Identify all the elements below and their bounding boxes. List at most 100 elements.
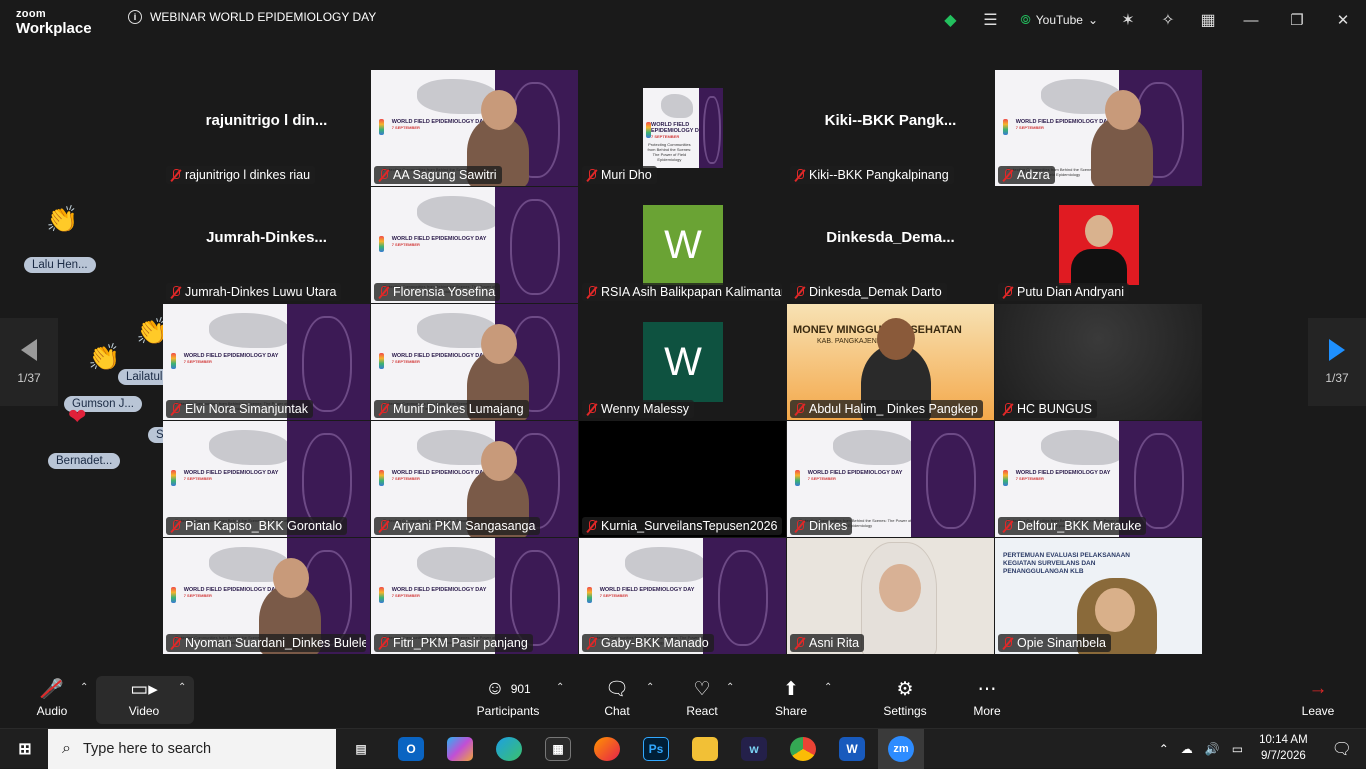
react-options-caret[interactable]: ⌃ (726, 682, 734, 693)
battery-icon[interactable]: ▭ (1226, 742, 1249, 756)
leave-button[interactable]: → Leave (1296, 668, 1340, 728)
minimize-button[interactable]: — (1228, 0, 1274, 40)
video-options-caret[interactable]: ⌃ (178, 682, 186, 693)
microphone-muted-icon (794, 285, 805, 299)
participant-tile[interactable]: PERTEMUAN EVALUASI PELAKSANAAN KEGIATAN … (995, 538, 1202, 654)
participant-tile[interactable]: MONEV MINGGU S KESEHATANKAB. PANGKAJENE … (787, 304, 994, 420)
notes-icon[interactable]: ☰ (970, 0, 1010, 40)
video-button[interactable]: ▭▸ Video (112, 668, 176, 728)
participant-tile[interactable]: WORLD FIELD EPIDEMIOLOGY DAY7 SEPTEMBERP… (995, 421, 1202, 537)
magic-wand-icon[interactable]: ✶ (1108, 0, 1148, 40)
store-icon[interactable]: ▦ (545, 737, 571, 761)
taskbar-search[interactable]: ⌕ Type here to search (48, 729, 336, 769)
webex-icon[interactable]: w (741, 737, 767, 761)
participant-tile[interactable]: Dinkesda_Dema... Dinkesda_Demak Darto (787, 187, 994, 303)
next-page-button[interactable]: 1/37 (1308, 318, 1366, 406)
participant-name-tag: RSIA Asih Balikpapan Kalimantan Timur (582, 283, 782, 301)
participant-name-tag: Jumrah-Dinkes Luwu Utara (166, 283, 342, 301)
participant-tile[interactable]: WORLD FIELD EPIDEMIOLOGY DAY7 SEPTEMBERP… (163, 538, 370, 654)
slide-map-graphic (208, 313, 292, 349)
notifications-icon[interactable]: 🗨 (1318, 739, 1366, 759)
slide-map-graphic (416, 547, 500, 583)
participant-tile[interactable]: WORLD FIELD EPIDEMIOLOGY DAY7 SEPTEMBERP… (163, 304, 370, 420)
live-stream-button[interactable]: ⦾ YouTube ⌄ (1010, 12, 1108, 28)
react-label: React (686, 704, 718, 718)
taskbar-clock[interactable]: 10:14 AM 9/7/2026 (1249, 733, 1318, 764)
participant-tile[interactable]: WORLD FIELD EPIDEMIOLOGY DAY7 SEPTEMBERP… (995, 70, 1202, 186)
slide-purple-panel (703, 538, 786, 654)
ai-sparkle-icon[interactable]: ✧ (1148, 0, 1188, 40)
edge-icon[interactable] (496, 737, 522, 761)
slide-title: WORLD FIELD EPIDEMIOLOGY DAY 7 SEPTEMBER (391, 235, 487, 248)
participant-tile[interactable]: WORLD FIELD EPIDEMIOLOGY DAY7 SEPTEMBERP… (371, 187, 578, 303)
word-icon[interactable]: W (839, 737, 865, 761)
audio-options-caret[interactable]: ⌃ (80, 682, 88, 693)
participant-name: Opie Sinambela (1017, 636, 1106, 650)
copilot-icon[interactable] (447, 737, 473, 761)
chrome-icon[interactable] (790, 737, 816, 761)
view-grid-icon[interactable]: ▦ (1188, 0, 1228, 40)
participant-tile[interactable]: WORLD FIELD EPIDEMIOLOGY DAY7 SEPTEMBERP… (371, 421, 578, 537)
participant-tile[interactable]: WORLD FIELD EPIDEMIOLOGY DAY7 SEPTEMBERP… (579, 538, 786, 654)
brand-line-2: Workplace (16, 20, 92, 37)
participant-tile[interactable]: Kiki--BKK Pangk... Kiki--BKK Pangkalpinan… (787, 70, 994, 186)
slide-logo-graphic (171, 352, 177, 369)
cloud-icon[interactable]: ☁ (1175, 742, 1199, 756)
more-button[interactable]: ⋯ More (964, 668, 1010, 728)
participant-tile[interactable]: HC BUNGUS (995, 304, 1202, 420)
react-button[interactable]: ♡ React (680, 668, 724, 728)
participants-options-caret[interactable]: ⌃ (556, 682, 564, 693)
participant-name: Wenny Malessy (601, 402, 689, 416)
chat-options-caret[interactable]: ⌃ (646, 682, 654, 693)
share-options-caret[interactable]: ⌃ (824, 682, 832, 693)
participant-name-tag: Adzra (998, 166, 1055, 184)
participant-tile[interactable]: WORLD FIELD EPIDEMIOLOGY DAY7 SEPTEMBERP… (371, 304, 578, 420)
participant-tile[interactable]: rajunitrigo l din... rajunitrigo l dinkes… (163, 70, 370, 186)
zoom-taskbar-button[interactable]: zm (878, 729, 924, 769)
info-icon[interactable]: i (128, 10, 142, 24)
participant-tile[interactable]: Putu Dian Andryani (995, 187, 1202, 303)
photoshop-icon[interactable]: Ps (643, 737, 669, 761)
previous-page-button[interactable]: 1/37 (0, 318, 58, 406)
leave-door-icon: → (1308, 678, 1328, 699)
participant-tile[interactable]: Jumrah-Dinkes... Jumrah-Dinkes Luwu Utara (163, 187, 370, 303)
file-explorer-icon[interactable] (692, 737, 718, 761)
participant-tile[interactable]: WORLD FIELD EPIDEMIOLOGY DAY7 SEPTEMBERP… (371, 538, 578, 654)
task-view-icon[interactable]: ▤ (348, 737, 374, 761)
audio-button[interactable]: 🎤 Audio (22, 668, 82, 728)
participant-display-name: Jumrah-Dinkes... (206, 229, 327, 246)
participant-tile[interactable]: W Wenny Malessy (579, 304, 786, 420)
shield-icon[interactable]: ◆ (930, 0, 970, 40)
slide-map-graphic (208, 430, 292, 466)
participant-tile[interactable]: WORLD FIELD EPIDEMIOLOGY DAY7 SEPTEMBERP… (163, 421, 370, 537)
windows-start-icon[interactable]: ⊞ (12, 737, 38, 761)
slide-logo-graphic (379, 352, 385, 369)
zoom-icon: zm (888, 736, 914, 762)
chevron-up-icon[interactable]: ⌃ (1153, 742, 1175, 756)
close-button[interactable]: ✕ (1320, 0, 1366, 40)
meeting-info[interactable]: i WEBINAR WORLD EPIDEMIOLOGY DAY (128, 10, 376, 24)
participant-tile[interactable]: WRSIA Asih Balikpapan Kalimantan Timur (579, 187, 786, 303)
participant-face (877, 318, 915, 360)
outlook-icon[interactable]: O (398, 737, 424, 761)
participant-tile[interactable]: Kurnia_SurveilansTepusen2026 (579, 421, 786, 537)
share-button[interactable]: ⬆ Share (768, 668, 814, 728)
firefox-icon[interactable] (594, 737, 620, 761)
participant-name-tag: Munif Dinkes Lumajang (374, 400, 529, 418)
volume-icon[interactable]: 🔊 (1199, 742, 1226, 756)
participant-name-tag: AA Sagung Sawitri (374, 166, 502, 184)
participant-tile[interactable]: WORLD FIELD EPIDEMIOLOGY DAY7 SEPTEMBERP… (579, 70, 786, 186)
participant-name-tag: Kiki--BKK Pangkalpinang (790, 166, 954, 184)
settings-button[interactable]: ⚙ Settings (878, 668, 932, 728)
participant-tile[interactable]: Asni Rita (787, 538, 994, 654)
slide-purple-panel (495, 187, 578, 303)
participant-tile[interactable]: WORLD FIELD EPIDEMIOLOGY DAY7 SEPTEMBERP… (371, 70, 578, 186)
microphone-muted-icon (586, 519, 597, 533)
participant-face (481, 324, 517, 364)
brand-line-1: zoom (16, 8, 46, 20)
restore-button[interactable]: ❐ (1274, 0, 1320, 40)
participant-tile[interactable]: WORLD FIELD EPIDEMIOLOGY DAY7 SEPTEMBERP… (787, 421, 994, 537)
participants-button[interactable]: ☺ 901 Participants (470, 668, 546, 728)
chevron-down-icon: ⌄ (1087, 13, 1098, 27)
chat-button[interactable]: 🗨 Chat (596, 668, 638, 728)
